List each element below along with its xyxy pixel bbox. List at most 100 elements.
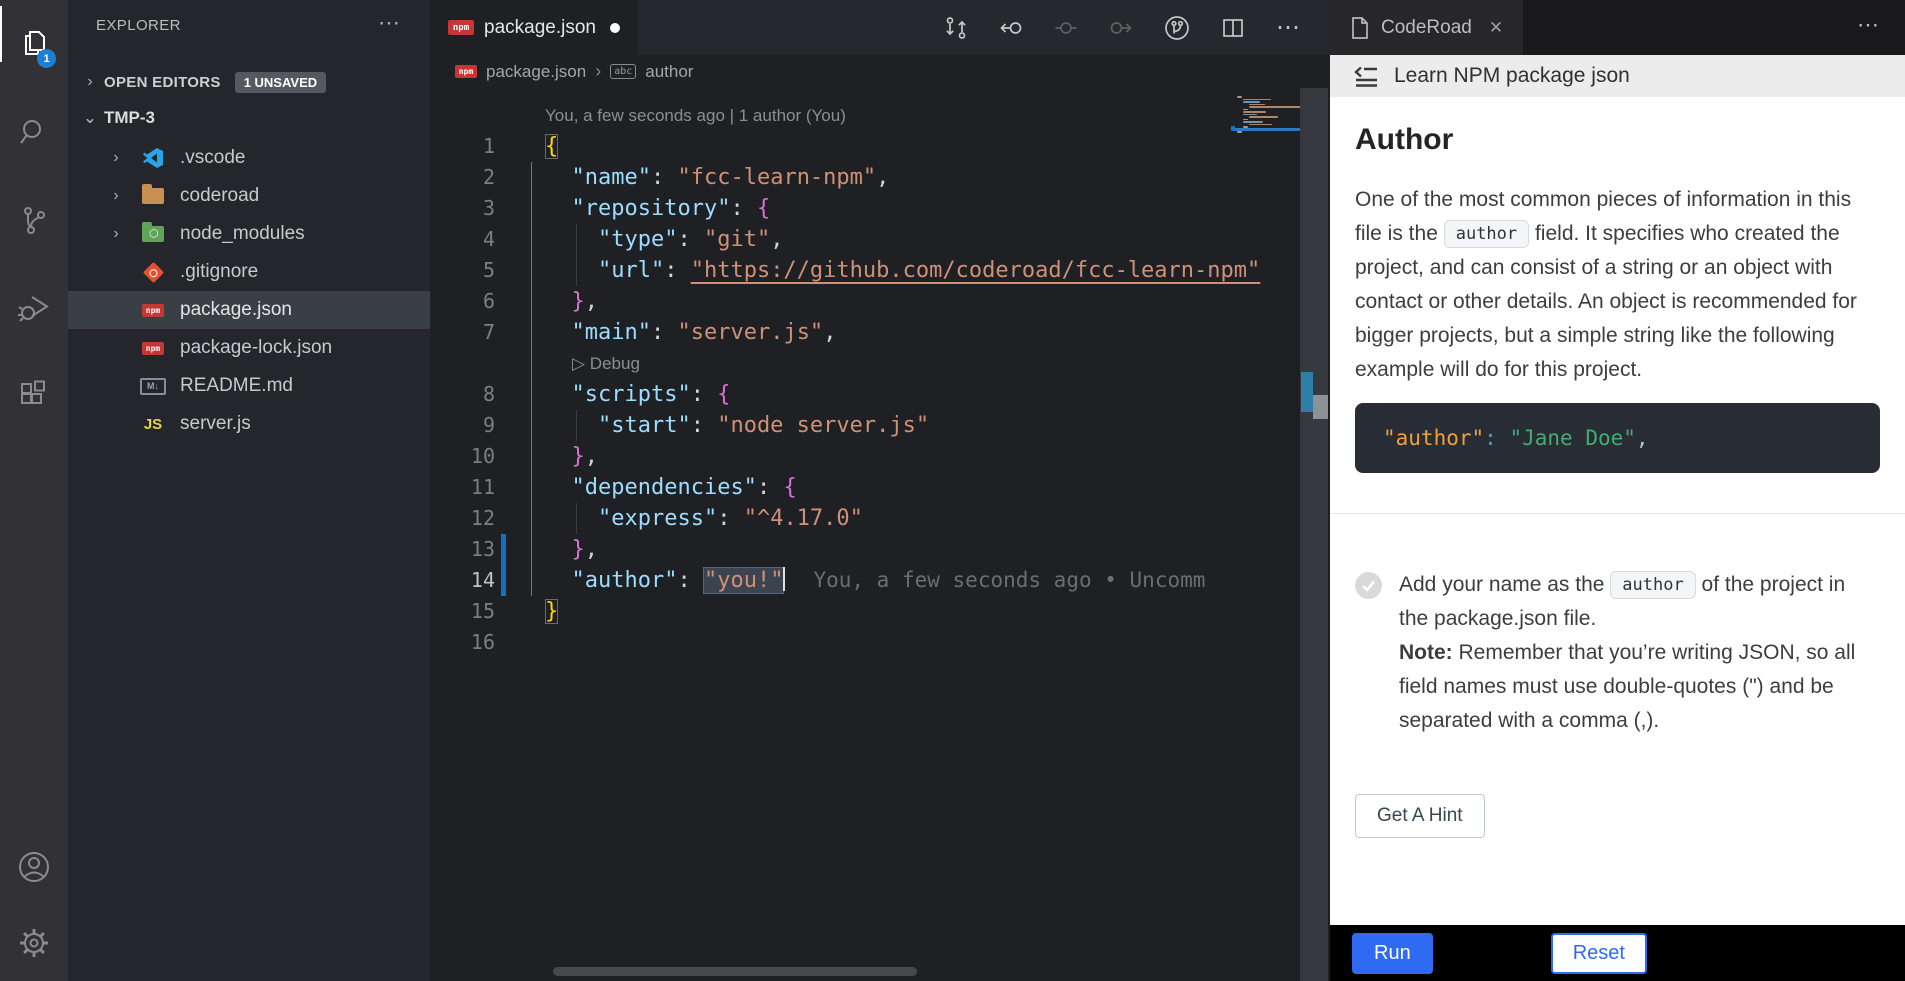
navigate-forward-icon[interactable]	[1109, 16, 1133, 40]
chevron-right-icon: ›	[104, 225, 128, 243]
panel-tab-bar: CodeRoad ✕ ⋯	[1330, 0, 1905, 55]
tree-item-package-lock-json[interactable]: npmpackage-lock.json	[68, 329, 430, 367]
collapse-panel-icon[interactable]	[1352, 63, 1380, 89]
codelens-row: You, a few seconds ago | 1 author (You)	[430, 100, 1330, 131]
tree-item-server-js[interactable]: JSserver.js	[68, 405, 430, 443]
source-control-activity-button[interactable]	[0, 176, 68, 264]
unsaved-dot-icon[interactable]	[610, 23, 620, 33]
navigate-back-icon[interactable]	[999, 16, 1023, 40]
token-key: "express"	[598, 506, 717, 531]
tutorial-title: Learn NPM package json	[1394, 64, 1630, 88]
inline-code-chip: author	[1444, 220, 1529, 248]
compare-changes-icon[interactable]	[944, 16, 968, 40]
vscode-icon	[140, 146, 166, 170]
token-sp	[545, 227, 598, 252]
gutter	[430, 348, 508, 379]
code-text: },	[545, 534, 598, 565]
tree-item-node-modules[interactable]: ›⬡node_modules	[68, 215, 430, 253]
overview-cursor-marker	[1313, 395, 1328, 419]
chevron-right-icon: ›	[104, 149, 128, 167]
run-debug-icon	[17, 291, 51, 325]
tree-item-readme-md[interactable]: M↓ README.md	[68, 367, 430, 405]
markdown-box: M↓	[140, 378, 166, 395]
token-str: "^4.17.0"	[744, 506, 863, 531]
token-sp	[545, 165, 572, 190]
split-editor-icon[interactable]	[1221, 16, 1245, 40]
line-number: 6	[430, 286, 508, 317]
panel-more-actions-icon[interactable]: ⋯	[1857, 12, 1879, 38]
code-editor[interactable]: You, a few seconds ago | 1 author (You) 1…	[430, 88, 1330, 981]
tab-package-json[interactable]: npm package.json	[430, 0, 638, 55]
tree-item-package-json[interactable]: npm package.json	[68, 291, 430, 329]
line-number: 10	[430, 441, 508, 472]
code-text: "url": "https://github.com/coderoad/fcc-…	[545, 255, 1260, 286]
token-punc: ,	[770, 227, 783, 252]
search-icon	[18, 116, 50, 148]
token-str: "fcc-learn-npm"	[677, 165, 876, 190]
token-sp	[545, 506, 598, 531]
get-hint-button[interactable]: Get A Hint	[1355, 794, 1485, 838]
tab-coderoad[interactable]: CodeRoad ✕	[1330, 0, 1523, 55]
open-editors-label: OPEN EDITORS	[104, 74, 221, 91]
minimap-line	[1243, 121, 1263, 123]
minimap-line	[1243, 109, 1248, 111]
search-activity-button[interactable]	[0, 88, 68, 176]
codelens-text[interactable]: ▷ Debug	[572, 348, 640, 379]
open-editors-section[interactable]: › OPEN EDITORS 1 UNSAVED	[68, 64, 430, 100]
accounts-button[interactable]	[0, 829, 68, 905]
minimap-line	[1249, 116, 1278, 118]
token-sp	[545, 475, 572, 500]
last-edit-location-icon[interactable]	[1054, 16, 1078, 40]
close-icon[interactable]: ✕	[1489, 18, 1503, 38]
tutorial-content: Author One of the most common pieces of …	[1330, 97, 1905, 925]
code-text: "express": "^4.17.0"	[545, 503, 863, 534]
inline-code-chip: author	[1610, 571, 1695, 599]
js-letters: JS	[144, 416, 162, 433]
token-b2: {	[717, 382, 730, 407]
coderoad-panel: CodeRoad ✕ ⋯ Learn NPM package json Auth…	[1330, 0, 1905, 981]
tree-item-coderoad[interactable]: ›coderoad	[68, 177, 430, 215]
code-comma: ,	[1636, 426, 1649, 450]
token-punc: ,	[585, 444, 598, 469]
tree-item--vscode[interactable]: › .vscode	[68, 139, 430, 177]
breadcrumb-file[interactable]: package.json	[486, 62, 586, 82]
codelens-text[interactable]: You, a few seconds ago | 1 author (You)	[545, 100, 846, 131]
horizontal-scrollbar[interactable]	[553, 967, 917, 976]
explorer-more-actions-icon[interactable]: ⋯	[378, 10, 400, 36]
token-link: "https://github.com/coderoad/fcc-learn-n…	[691, 258, 1261, 283]
file-label: .vscode	[180, 147, 245, 169]
npm-icon: npm	[140, 298, 166, 322]
settings-button[interactable]	[0, 905, 68, 981]
tree-item--gitignore[interactable]: .gitignore	[68, 253, 430, 291]
token-punc: ,	[585, 537, 598, 562]
code-line-3: 3 "repository": {	[430, 193, 1330, 224]
run-button[interactable]: Run	[1352, 933, 1433, 974]
explorer-activity-button[interactable]: 1	[0, 0, 68, 88]
minimap[interactable]	[1237, 96, 1299, 138]
task-check-icon	[1355, 572, 1382, 599]
minimap-line	[1243, 111, 1266, 113]
task-text: Add your name as the author of the proje…	[1399, 568, 1871, 738]
token-sp	[545, 320, 572, 345]
folder-orange-icon	[140, 184, 166, 208]
code-text: "start": "node server.js"	[545, 410, 929, 441]
token-str: "node server.js"	[717, 413, 929, 438]
extensions-activity-button[interactable]	[0, 352, 68, 440]
example-code-block: "author": "Jane Doe",	[1355, 403, 1880, 473]
file-label: .gitignore	[180, 261, 258, 283]
file-label: README.md	[180, 375, 293, 397]
run-debug-activity-button[interactable]	[0, 264, 68, 352]
source-control-icon	[18, 204, 50, 236]
breadcrumb-symbol[interactable]: author	[645, 62, 693, 82]
minimap-line	[1243, 119, 1248, 121]
run-tutorial-icon[interactable]	[1164, 15, 1190, 41]
workspace-root-item[interactable]: ⌄ TMP-3	[68, 100, 430, 136]
token-key: "main"	[572, 320, 651, 345]
modified-line-marker	[501, 534, 506, 565]
vertical-scrollbar[interactable]	[1300, 88, 1328, 981]
editor-more-actions-icon[interactable]: ⋯	[1276, 23, 1300, 33]
reset-button[interactable]: Reset	[1551, 933, 1647, 974]
file-label: package.json	[180, 299, 292, 321]
token-key: "scripts"	[572, 382, 691, 407]
token-sp	[545, 444, 572, 469]
